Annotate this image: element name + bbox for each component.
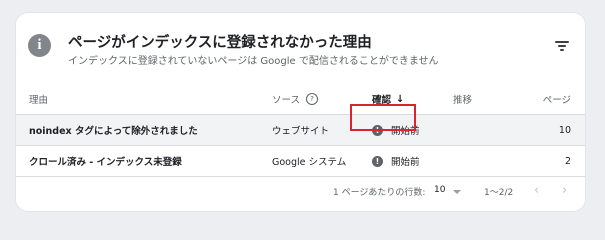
row-source: ウェブサイト <box>272 126 330 137</box>
row-divider <box>16 176 585 177</box>
dropdown-arrow-icon[interactable] <box>453 190 461 194</box>
table-row[interactable]: noindex タグによって除外されました ウェブサイト ! 開始前 10 <box>16 115 585 145</box>
card-subtitle: インデックスに登録されていないページは Google で配信されることができませ… <box>68 56 439 67</box>
row-status: ! 開始前 <box>372 146 420 176</box>
not-indexed-reasons-card: i ページがインデックスに登録されなかった理由 インデックスに登録されていないペ… <box>16 13 585 211</box>
highlight-box <box>350 104 416 131</box>
rows-per-page-select[interactable]: 10 <box>434 185 445 195</box>
row-pages: 10 <box>558 124 571 136</box>
row-reason: クロール済み - インデックス未登録 <box>29 157 182 168</box>
column-header-trend[interactable]: 推移 <box>453 92 472 106</box>
row-reason: noindex タグによって除外されました <box>29 126 198 137</box>
column-header-source-label: ソース <box>272 95 301 106</box>
column-header-source[interactable]: ソース ? <box>272 92 319 106</box>
column-header-reason[interactable]: 理由 <box>29 92 48 106</box>
status-not-started-icon: ! <box>372 155 383 167</box>
column-header-reason-label: 理由 <box>29 95 49 106</box>
column-header-pages[interactable]: ページ <box>543 92 571 106</box>
column-header-pages-label: ページ <box>542 95 571 106</box>
table-row[interactable]: クロール済み - インデックス未登録 Google システム ! 開始前 2 <box>16 146 585 176</box>
row-pages: 2 <box>564 155 571 167</box>
row-source: Google システム <box>272 157 347 168</box>
filter-list-icon[interactable] <box>555 39 569 53</box>
next-page-icon[interactable]: › <box>562 183 567 198</box>
arrow-down-icon: ↓ <box>396 93 405 105</box>
help-icon[interactable]: ? <box>306 93 319 105</box>
row-status-label: 開始前 <box>391 157 420 168</box>
card-title: ページがインデックスに登録されなかった理由 <box>68 35 372 51</box>
info-icon: i <box>28 34 51 57</box>
pagination-range: 1〜2/2 <box>484 188 514 198</box>
column-header-trend-label: 推移 <box>453 95 473 106</box>
rows-per-page-label: 1 ページあたりの行数: <box>333 188 426 198</box>
previous-page-icon[interactable]: ‹ <box>534 183 539 198</box>
